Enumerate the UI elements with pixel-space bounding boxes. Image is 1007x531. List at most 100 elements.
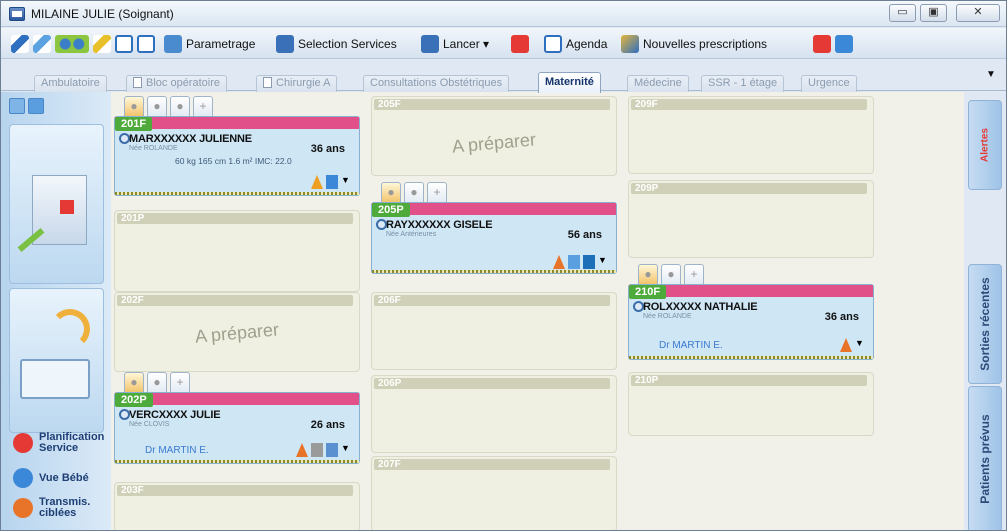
grid-icon[interactable]: [835, 35, 853, 53]
sorties-recentes-tab[interactable]: Sorties récentes: [968, 264, 1002, 384]
tab-chirurgie-a[interactable]: Chirurgie A: [256, 75, 338, 92]
agenda-button[interactable]: Agenda: [544, 34, 607, 54]
warning-icon[interactable]: [311, 175, 323, 189]
mother-icon[interactable]: ●: [381, 182, 401, 202]
person-icon[interactable]: [840, 338, 852, 352]
tab-maternite[interactable]: Maternité: [538, 72, 601, 93]
baby-tab-icon[interactable]: ●: [404, 182, 424, 202]
toolbar: Parametrage Selection Services Lancer ▾ …: [1, 28, 1006, 59]
alertes-tab[interactable]: Alertes: [968, 100, 1002, 190]
dropdown-icon[interactable]: ▼: [855, 338, 867, 352]
tab-medecine[interactable]: Médecine: [627, 75, 689, 92]
alert-icon[interactable]: [813, 35, 831, 53]
person-icon[interactable]: [296, 443, 308, 457]
add-tab-button[interactable]: +: [193, 96, 213, 116]
patient-maiden-name: Née ROLANDE: [129, 145, 178, 152]
patient-info-205p[interactable]: 205P RAYXXXXXX GISELE Née Antérieures 56…: [371, 202, 617, 274]
tab-ambulatoire[interactable]: Ambulatoire: [34, 75, 107, 92]
glasses-icon[interactable]: [55, 35, 89, 53]
syringe-icon[interactable]: [311, 443, 323, 457]
flag-icon[interactable]: [511, 35, 529, 53]
add-tab-button[interactable]: +: [170, 372, 190, 392]
room-206f[interactable]: 206F: [371, 292, 617, 370]
room-203f[interactable]: 203F: [114, 482, 360, 530]
baby-tab-icon[interactable]: ●: [147, 96, 167, 116]
lancer-button[interactable]: Lancer ▾: [421, 34, 489, 54]
vue-bebe-button[interactable]: Vue Bébé: [13, 468, 89, 488]
hospital-illustration[interactable]: [9, 124, 104, 284]
mother-icon[interactable]: ●: [124, 96, 144, 116]
tabs-menu-icon[interactable]: ▼: [986, 69, 996, 80]
mother-icon[interactable]: ●: [638, 264, 658, 284]
room-209f[interactable]: 209F: [628, 96, 874, 174]
transfer-icon[interactable]: [568, 255, 580, 269]
bed-illustration[interactable]: [9, 288, 104, 433]
status-stripe: [115, 460, 359, 463]
patient-info-202p[interactable]: 202P VERCXXXX JULIE Née CLOVIS 26 ans Dr…: [114, 392, 360, 464]
selection-services-button[interactable]: Selection Services: [276, 34, 397, 54]
room-210p[interactable]: 210P: [628, 372, 874, 436]
tab-chirurgie-a-label: Chirurgie A: [276, 77, 331, 89]
maximize-button[interactable]: ▣: [920, 4, 947, 22]
patient-card-202p[interactable]: ● ● + 202P VERCXXXX JULIE Née CLOVIS 26 an…: [114, 372, 360, 477]
patient-age: 56 ans: [567, 229, 602, 241]
room-206p[interactable]: 206P: [371, 375, 617, 453]
add-tab-button[interactable]: +: [684, 264, 704, 284]
pencil-icon[interactable]: [11, 35, 29, 53]
baby-tab-icon[interactable]: ●: [661, 264, 681, 284]
lab-icon[interactable]: [326, 175, 338, 189]
expand-icon[interactable]: [9, 98, 25, 114]
nurse-icon[interactable]: [326, 443, 338, 457]
patient-card-205p[interactable]: ● ● + 205P RAYXXXXXX GISELE Née Antérieure…: [371, 182, 617, 282]
room-209p[interactable]: 209P: [628, 180, 874, 258]
list-view-icon[interactable]: [28, 98, 44, 114]
baby-tab-icon[interactable]: ●: [147, 372, 167, 392]
status-stripe: [629, 356, 873, 359]
patient-name: VERCXXXX JULIE: [129, 409, 221, 421]
patient-maiden-name: Née Antérieures: [386, 231, 437, 238]
lancer-label: Lancer ▾: [443, 37, 490, 51]
window-icon[interactable]: [115, 35, 133, 53]
prescription-icon: [621, 35, 639, 53]
close-button[interactable]: ✕: [956, 4, 1000, 22]
minimize-button[interactable]: ▭: [889, 4, 916, 22]
person-icon[interactable]: [553, 255, 565, 269]
nouvelles-prescriptions-label: Nouvelles prescriptions: [643, 37, 768, 51]
room-205f[interactable]: 205F A préparer: [371, 96, 617, 176]
form-icon[interactable]: [137, 35, 155, 53]
dropdown-icon[interactable]: ▼: [341, 443, 353, 457]
patient-info-201f[interactable]: 201F MARXXXXXX JULIENNE Née ROLANDE 36 a…: [114, 116, 360, 196]
add-tab-button[interactable]: +: [427, 182, 447, 202]
patient-card-201f[interactable]: ● ● ● + 201F MARXXXXXX JULIENNE Née ROLANDE…: [114, 96, 360, 206]
prepare-label: A préparer: [194, 319, 280, 347]
tab-ssr-1-etage[interactable]: SSR - 1 étage: [701, 75, 785, 92]
document-icon: [133, 77, 142, 88]
parametrage-button[interactable]: Parametrage: [164, 34, 255, 54]
mother-icon[interactable]: ●: [124, 372, 144, 392]
service-tabs: Ambulatoire Bloc opératoire Chirurgie A …: [1, 60, 1006, 93]
room-label: 209P: [631, 183, 867, 194]
patients-prevus-tab[interactable]: Patients prévus: [968, 386, 1002, 530]
room-201p[interactable]: 201P: [114, 210, 360, 292]
patient-card-210f[interactable]: ● ● + 210F ROLXXXXX NATHALIE Née ROLANDE 3…: [628, 264, 874, 364]
dropdown-icon[interactable]: ▼: [341, 175, 353, 189]
dropdown-icon[interactable]: ▼: [598, 255, 610, 269]
eraser-icon[interactable]: [33, 35, 51, 53]
patient-info-210f[interactable]: 210F ROLXXXXX NATHALIE Née ROLANDE 36 an…: [628, 284, 874, 360]
baby-tab-icon-2[interactable]: ●: [170, 96, 190, 116]
room-label: 206F: [374, 295, 610, 306]
tab-bloc-operatoire-label: Bloc opératoire: [146, 77, 220, 89]
room-207f[interactable]: 207F: [371, 456, 617, 530]
planification-service-button[interactable]: Planification Service: [13, 432, 109, 454]
medical-cross-icon: [13, 433, 33, 453]
monitor-icon[interactable]: [583, 255, 595, 269]
tab-urgence[interactable]: Urgence: [801, 75, 857, 92]
room-202f[interactable]: 202F A préparer: [114, 292, 360, 372]
transmis-ciblees-button[interactable]: Transmis. ciblées: [13, 497, 94, 519]
tab-bloc-operatoire[interactable]: Bloc opératoire: [126, 75, 227, 92]
nouvelles-prescriptions-button[interactable]: Nouvelles prescriptions: [621, 34, 767, 54]
patient-name: RAYXXXXXX GISELE: [386, 219, 493, 231]
highlighter-icon[interactable]: [93, 35, 111, 53]
tab-consultations-obstetriques[interactable]: Consultations Obstétriques: [363, 75, 510, 92]
right-panel: Alertes Sorties récentes Patients prévus: [964, 92, 1006, 530]
